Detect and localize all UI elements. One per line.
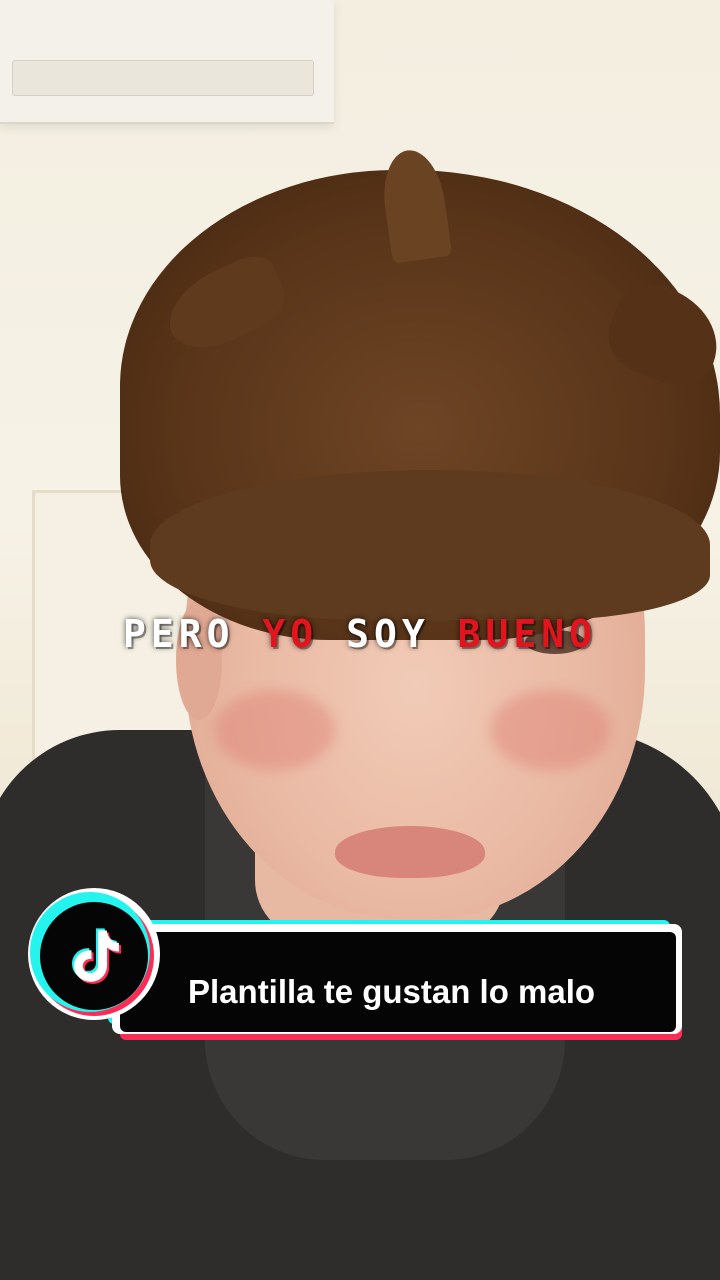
lyric-caption: PERO YO SOY BUENO: [0, 612, 720, 656]
title-banner: Plantilla te gustan lo malo: [28, 886, 692, 1058]
lyric-word-highlight: BUENO: [457, 612, 597, 656]
tiktok-logo-icon: [40, 902, 148, 1010]
hair-fringe: [150, 470, 710, 620]
banner-title: Plantilla te gustan lo malo: [188, 973, 596, 1010]
logo-badge: [28, 888, 160, 1020]
lyric-word-highlight: YO: [262, 612, 319, 656]
air-conditioner: [0, 0, 334, 124]
cheek-left: [215, 690, 335, 770]
person-mouth: [335, 826, 485, 878]
air-conditioner-vent: [12, 60, 314, 96]
lyric-word: PERO: [123, 612, 235, 656]
lyric-word: SOY: [346, 612, 430, 656]
cheek-right: [490, 690, 610, 770]
